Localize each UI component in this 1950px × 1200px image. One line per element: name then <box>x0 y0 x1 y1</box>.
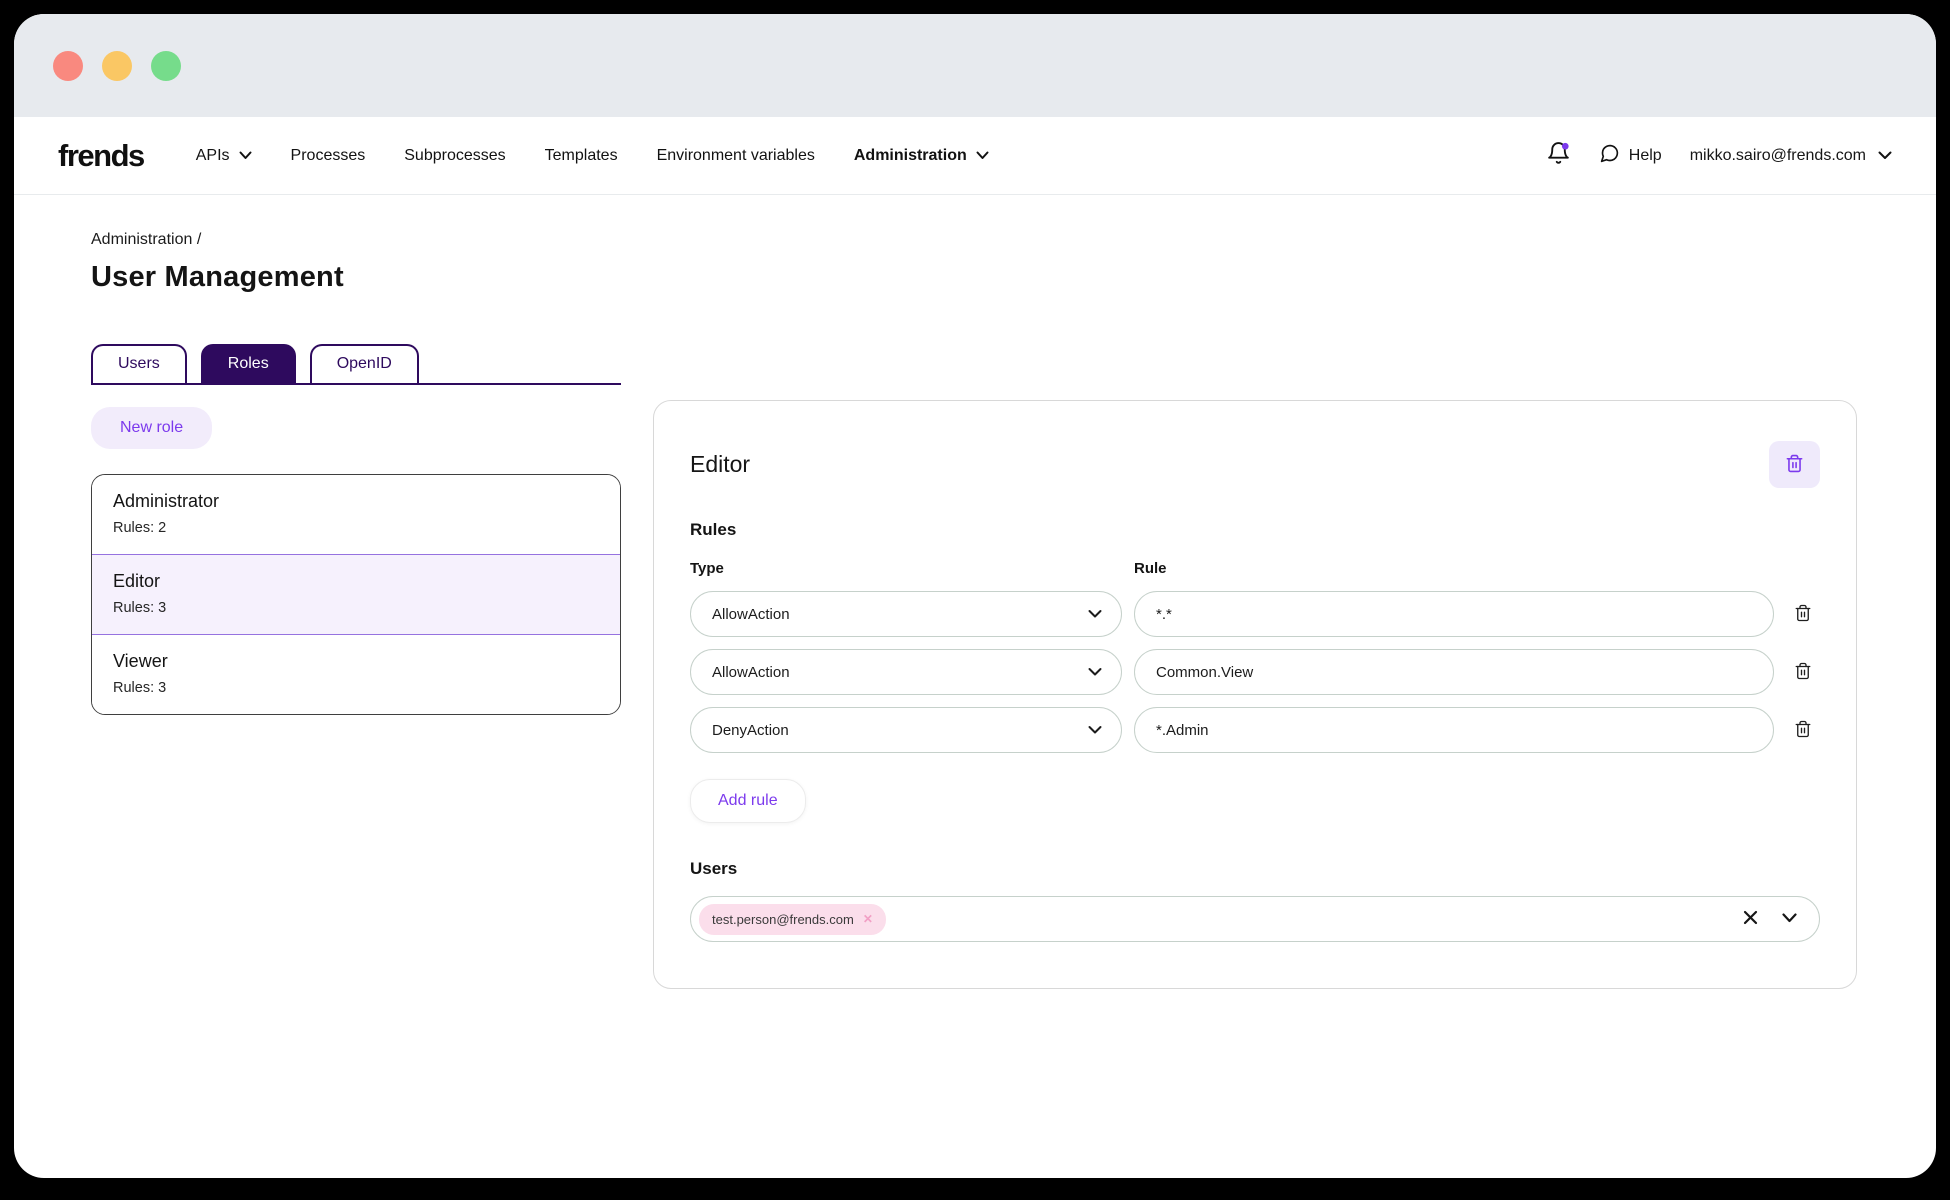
chevron-down-icon <box>239 147 252 165</box>
notifications-button[interactable] <box>1546 141 1571 171</box>
chevron-down-icon[interactable] <box>1782 910 1797 928</box>
breadcrumb[interactable]: Administration / <box>91 231 1857 249</box>
window-titlebar <box>14 14 1936 117</box>
chevron-down-icon <box>1088 726 1102 735</box>
role-rules-count: Rules: 3 <box>113 600 167 616</box>
tab-openid[interactable]: OpenID <box>309 344 419 383</box>
role-item-viewer[interactable]: Viewer Rules: 3 <box>92 635 620 714</box>
delete-rule-button-1[interactable] <box>1786 604 1820 625</box>
nav-item-environment-variables[interactable]: Environment variables <box>657 147 815 165</box>
content-row: Users Roles OpenID New role Administrato… <box>91 344 1857 989</box>
user-chip: test.person@frends.com ✕ <box>699 903 886 935</box>
nav-item-apis[interactable]: APIs <box>196 147 252 165</box>
user-email: mikko.sairo@frends.com <box>1689 146 1866 164</box>
rule-value-input-3[interactable] <box>1134 707 1774 753</box>
nav-item-administration[interactable]: Administration <box>854 147 989 165</box>
type-column-header: Type <box>690 560 724 577</box>
minimize-window-button[interactable] <box>102 50 132 81</box>
app-window: frends APIs Processes Subprocesses Templ… <box>14 14 1936 1178</box>
help-button[interactable]: Help <box>1599 143 1662 169</box>
rule-value-input-2[interactable] <box>1134 649 1774 695</box>
rule-type-select-3[interactable]: DenyAction <box>690 707 1122 753</box>
navbar-right: Help mikko.sairo@frends.com <box>1546 141 1892 171</box>
trash-icon <box>1785 454 1804 476</box>
delete-rule-button-3[interactable] <box>1786 720 1820 741</box>
main-content: Administration / User Management Users R… <box>14 195 1936 989</box>
chevron-down-icon <box>1088 610 1102 619</box>
user-chip-label: test.person@frends.com <box>712 911 854 927</box>
rule-type-select-1[interactable]: AllowAction <box>690 591 1122 637</box>
rule-type-select-2[interactable]: AllowAction <box>690 649 1122 695</box>
top-navbar: frends APIs Processes Subprocesses Templ… <box>14 117 1936 195</box>
close-window-button[interactable] <box>53 50 83 81</box>
add-rule-button[interactable]: Add rule <box>690 779 806 823</box>
chevron-down-icon <box>976 147 989 165</box>
page-title: User Management <box>91 261 344 293</box>
role-rules-count: Rules: 3 <box>113 680 167 696</box>
nav-item-templates[interactable]: Templates <box>545 147 618 165</box>
role-name: Administrator <box>113 491 220 511</box>
remove-user-chip-icon[interactable]: ✕ <box>863 913 873 925</box>
role-name: Editor <box>113 571 161 591</box>
chevron-down-icon <box>1088 668 1102 677</box>
nav-item-subprocesses[interactable]: Subprocesses <box>404 147 505 165</box>
rule-column-header: Rule <box>1134 560 1167 577</box>
chat-bubble-icon <box>1599 143 1620 169</box>
role-item-administrator[interactable]: Administrator Rules: 2 <box>92 475 620 554</box>
panel-header: Editor <box>690 441 1820 488</box>
help-label: Help <box>1628 146 1662 164</box>
maximize-window-button[interactable] <box>151 50 181 81</box>
users-multiselect[interactable]: test.person@frends.com ✕ <box>690 896 1820 942</box>
trash-icon <box>1794 720 1812 741</box>
role-name: Viewer <box>113 651 168 671</box>
nav-item-processes[interactable]: Processes <box>291 147 366 165</box>
bell-icon <box>1546 141 1571 171</box>
trash-icon <box>1794 662 1812 683</box>
tab-bar: Users Roles OpenID <box>91 344 621 385</box>
tab-roles[interactable]: Roles <box>200 344 296 383</box>
clear-users-button[interactable] <box>1743 910 1758 928</box>
user-menu[interactable]: mikko.sairo@frends.com <box>1690 147 1892 165</box>
role-rules-count: Rules: 2 <box>113 520 167 536</box>
role-item-editor[interactable]: Editor Rules: 3 <box>92 554 620 635</box>
nav-items: APIs Processes Subprocesses Templates En… <box>196 147 989 165</box>
new-role-button[interactable]: New role <box>91 407 213 449</box>
rule-value-input-1[interactable] <box>1134 591 1774 637</box>
role-detail-panel: Editor Rules Type Rule AllowAction *.* A… <box>653 400 1857 989</box>
role-detail-column: Editor Rules Type Rule AllowAction *.* A… <box>653 400 1857 989</box>
multiselect-controls <box>1743 910 1797 928</box>
frends-logo: frends <box>58 137 145 173</box>
clear-icon <box>1743 910 1758 928</box>
chevron-down-icon <box>1878 147 1892 165</box>
rules-grid: Type Rule AllowAction *.* AllowAction Co… <box>690 560 1820 753</box>
delete-rule-button-2[interactable] <box>1786 662 1820 683</box>
delete-role-button[interactable] <box>1769 441 1820 488</box>
rules-section-label: Rules <box>690 520 737 539</box>
roles-column: Users Roles OpenID New role Administrato… <box>91 344 621 715</box>
users-section-label: Users <box>690 859 738 878</box>
role-list: Administrator Rules: 2 Editor Rules: 3 V… <box>91 474 621 715</box>
role-title: Editor <box>690 451 751 477</box>
trash-icon <box>1794 604 1812 625</box>
tab-users[interactable]: Users <box>91 344 187 383</box>
